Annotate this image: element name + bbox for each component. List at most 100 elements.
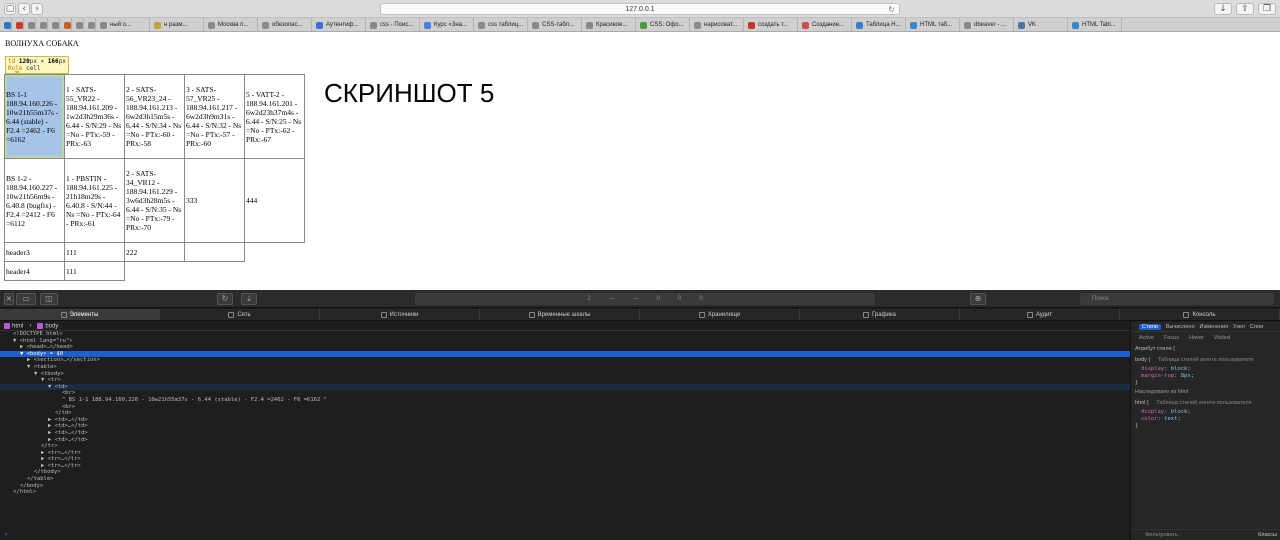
- downloads-button[interactable]: ↓: [1214, 3, 1232, 15]
- pseudo-class-checkbox[interactable]: Visited: [1214, 335, 1230, 341]
- browser-tab[interactable]: css таблиц...: [474, 18, 528, 31]
- css-declaration[interactable]: margin-top: 8px;: [1141, 373, 1280, 380]
- sidebar-tab[interactable]: Изменения: [1200, 324, 1229, 330]
- browser-tab[interactable]: Аутентиф...: [312, 18, 366, 31]
- inspector-tab[interactable]: Хранилище: [640, 309, 800, 320]
- tabs-overview-button[interactable]: ❐: [1258, 3, 1276, 15]
- issue-count[interactable]: 0: [678, 296, 681, 302]
- dom-node[interactable]: ▼ <table>: [0, 364, 1130, 371]
- browser-tab[interactable]: [12, 18, 24, 31]
- inspector-tab[interactable]: Аудит: [960, 309, 1120, 320]
- styles-filter-input[interactable]: Фильтровать Классы: [1131, 529, 1280, 540]
- browser-tab[interactable]: создать т...: [744, 18, 798, 31]
- dom-node[interactable]: " BS 1-1 188.94.160.226 - 10w21h55m37s -…: [0, 397, 1130, 404]
- browser-tab[interactable]: dbeaver - ...: [960, 18, 1014, 31]
- css-declaration[interactable]: color: text;: [1141, 416, 1280, 423]
- browser-tab[interactable]: CSS: Офо...: [636, 18, 690, 31]
- favicon-icon: [1072, 21, 1079, 29]
- dom-node[interactable]: ▶ <td>…</td>: [0, 423, 1130, 430]
- inspector-tab[interactable]: Временные шкалы: [480, 309, 640, 320]
- dom-node[interactable]: </tr>: [0, 443, 1130, 450]
- breadcrumb-html[interactable]: html: [4, 322, 23, 329]
- dom-node[interactable]: <br>: [0, 404, 1130, 411]
- browser-tab[interactable]: ный о...: [96, 18, 150, 31]
- dom-node[interactable]: ▼ <tr>: [0, 377, 1130, 384]
- browser-tab[interactable]: HTML Tabl...: [1068, 18, 1122, 31]
- console-prompt-icon[interactable]: ›: [4, 531, 8, 538]
- inspector-tab[interactable]: Графика: [800, 309, 960, 320]
- dom-node[interactable]: ▶ <head>…</head>: [0, 344, 1130, 351]
- sidebar-toggle-button[interactable]: ▢: [4, 3, 16, 15]
- browser-tab[interactable]: css - Поис...: [366, 18, 420, 31]
- dom-node[interactable]: ▶ <section>…</section>: [0, 357, 1130, 364]
- element-picker-icon[interactable]: ⊕: [970, 293, 986, 305]
- dom-node[interactable]: ▶ <tr>…</tr>: [0, 463, 1130, 470]
- dom-node[interactable]: </html>: [0, 489, 1130, 496]
- browser-tab[interactable]: Красивое...: [582, 18, 636, 31]
- classes-button[interactable]: Классы: [1258, 530, 1277, 540]
- share-button[interactable]: ⇪: [1236, 3, 1254, 15]
- css-declaration[interactable]: display: block;: [1141, 409, 1280, 416]
- dom-node[interactable]: ▶ <tr>…</tr>: [0, 456, 1130, 463]
- dom-node[interactable]: </tbody>: [0, 469, 1130, 476]
- forward-button[interactable]: ›: [31, 3, 43, 15]
- browser-tab[interactable]: [36, 18, 48, 31]
- browser-tab[interactable]: [72, 18, 84, 31]
- close-inspector-icon[interactable]: ×: [4, 293, 14, 305]
- reload-page-icon[interactable]: ↻: [217, 293, 233, 305]
- pseudo-class-checkbox[interactable]: Active: [1139, 335, 1154, 341]
- body-rule-props[interactable]: display: block; margin-top: 8px;}: [1131, 366, 1280, 387]
- dom-node[interactable]: </body>: [0, 483, 1130, 490]
- browser-tab[interactable]: Москва п...: [204, 18, 258, 31]
- browser-tab[interactable]: Таблица Н...: [852, 18, 906, 31]
- browser-tab[interactable]: HTML таб...: [906, 18, 960, 31]
- warning-count[interactable]: 0: [699, 296, 702, 302]
- dom-node[interactable]: <br>: [0, 390, 1130, 397]
- dom-node[interactable]: ▶ <td>…</td>: [0, 430, 1130, 437]
- dom-node[interactable]: ▶ <tr>…</tr>: [0, 450, 1130, 457]
- error-count[interactable]: 0: [657, 296, 660, 302]
- inspector-search-input[interactable]: Поиск: [1080, 293, 1274, 305]
- browser-tab[interactable]: CSS-табл...: [528, 18, 582, 31]
- browser-tab[interactable]: [0, 18, 12, 31]
- browser-tab[interactable]: н разм...: [150, 18, 204, 31]
- inspector-tab[interactable]: Элементы: [0, 309, 160, 320]
- html-rule-props[interactable]: display: block; color: text;}: [1131, 409, 1280, 430]
- style-attribute[interactable]: Атрибут стиля {: [1131, 344, 1280, 355]
- breadcrumb-body[interactable]: body: [37, 322, 58, 329]
- dom-node[interactable]: ▶ <td>…</td>: [0, 417, 1130, 424]
- dom-node[interactable]: ▼ <body> = $0: [0, 350, 1130, 358]
- dom-node[interactable]: ▼ <html lang="ru">: [0, 338, 1130, 345]
- browser-tab[interactable]: Создание...: [798, 18, 852, 31]
- browser-tab[interactable]: VK: [1014, 18, 1068, 31]
- css-declaration[interactable]: display: block;: [1141, 366, 1280, 373]
- sidebar-tab[interactable]: Узел: [1233, 324, 1245, 330]
- inspector-tab[interactable]: Источники: [320, 309, 480, 320]
- sidebar-tab[interactable]: Стили: [1139, 323, 1161, 330]
- back-button[interactable]: ‹: [18, 3, 30, 15]
- dom-node[interactable]: ▼ <tbody>: [0, 371, 1130, 378]
- dock-bottom-icon[interactable]: ▭: [16, 293, 36, 305]
- inspector-tab[interactable]: Сеть: [160, 309, 320, 320]
- browser-tab[interactable]: [24, 18, 36, 31]
- pseudo-class-checkbox[interactable]: Hover: [1189, 335, 1204, 341]
- dom-node[interactable]: ▼ <td>: [0, 383, 1130, 391]
- browser-tab[interactable]: [48, 18, 60, 31]
- browser-tab[interactable]: нарисоват...: [690, 18, 744, 31]
- dom-node[interactable]: </table>: [0, 476, 1130, 483]
- address-bar[interactable]: 127.0.0.1 ↻: [380, 3, 900, 15]
- pseudo-class-checkbox[interactable]: Focus: [1164, 335, 1179, 341]
- dom-node[interactable]: </td>: [0, 410, 1130, 417]
- sidebar-tab[interactable]: Вычислено: [1166, 324, 1195, 330]
- dom-node[interactable]: <!DOCTYPE html>: [0, 331, 1130, 338]
- sidebar-tab[interactable]: Слои: [1250, 324, 1263, 330]
- dom-node[interactable]: ▶ <td>…</td>: [0, 437, 1130, 444]
- dock-side-icon[interactable]: ◫: [40, 293, 58, 305]
- reload-icon[interactable]: ↻: [888, 4, 895, 15]
- download-archive-icon[interactable]: ⤓: [241, 293, 257, 305]
- browser-tab[interactable]: [84, 18, 96, 31]
- browser-tab[interactable]: [60, 18, 72, 31]
- browser-tab[interactable]: Курс «Зна...: [420, 18, 474, 31]
- inspector-tab[interactable]: Консоль: [1120, 309, 1280, 320]
- browser-tab[interactable]: обезопас...: [258, 18, 312, 31]
